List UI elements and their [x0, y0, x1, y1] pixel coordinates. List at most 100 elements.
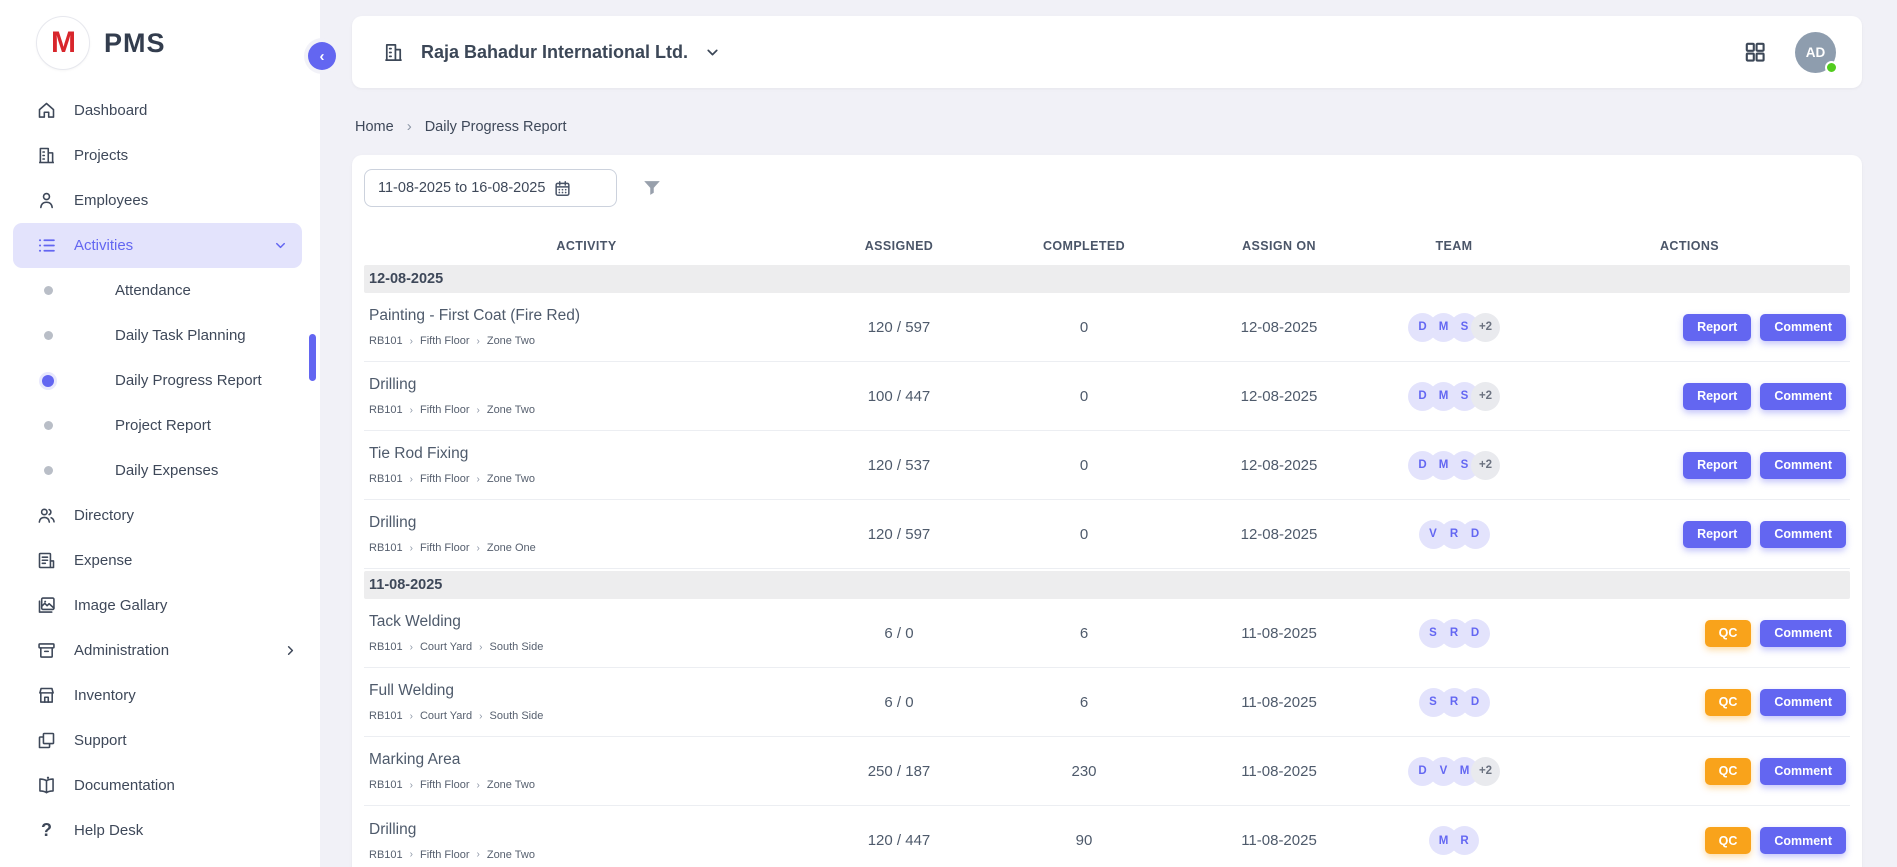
sidebar-item-label: Documentation [74, 777, 175, 794]
sidebar-item-label: Expense [74, 552, 132, 569]
location-zone: Zone Two [487, 335, 535, 347]
comment-button[interactable]: Comment [1760, 689, 1846, 716]
row-actions: Report Comment [1529, 383, 1850, 410]
activity-cell: DrillingRB101›Fifth Floor›Zone Two [364, 376, 809, 416]
location-project: RB101 [369, 404, 403, 416]
location-zone: Zone Two [487, 473, 535, 485]
location-floor: Fifth Floor [420, 779, 470, 791]
chevron-right-icon: › [477, 543, 480, 554]
person-icon [36, 190, 57, 211]
list-icon [36, 235, 57, 256]
logo-badge: M [36, 16, 90, 70]
completed-value: 0 [989, 457, 1179, 474]
comment-button[interactable]: Comment [1760, 521, 1846, 548]
sidebar-item-label: Daily Task Planning [115, 327, 246, 344]
row-actions: QC Comment [1529, 758, 1850, 785]
chevron-right-icon: › [410, 543, 413, 554]
chevron-right-icon: › [477, 780, 480, 791]
location-floor: Fifth Floor [420, 335, 470, 347]
building-icon [382, 41, 405, 64]
chevron-right-icon: › [410, 711, 413, 722]
comment-button[interactable]: Comment [1760, 314, 1846, 341]
assign-on-date: 12-08-2025 [1179, 526, 1379, 543]
row-action-button[interactable]: QC [1705, 758, 1752, 785]
store-icon [36, 685, 57, 706]
activity-location: RB101›Fifth Floor›Zone Two [369, 849, 809, 861]
people-icon [36, 505, 57, 526]
group-date: 11-08-2025 [369, 577, 442, 593]
sidebar-item-daily-progress-report[interactable]: Daily Progress Report [0, 358, 320, 403]
sidebar-item-project-report[interactable]: Project Report [0, 403, 320, 448]
location-project: RB101 [369, 641, 403, 653]
chevron-right-icon: › [410, 336, 413, 347]
comment-button[interactable]: Comment [1760, 758, 1846, 785]
col-assigned: ASSIGNED [809, 239, 989, 253]
sidebar-item-label: Daily Expenses [115, 462, 218, 479]
team-avatar: D [1461, 520, 1490, 549]
comment-button[interactable]: Comment [1760, 452, 1846, 479]
user-avatar[interactable]: AD [1795, 32, 1836, 73]
sidebar-item-daily-task-planning[interactable]: Daily Task Planning [0, 313, 320, 358]
row-action-button[interactable]: Report [1683, 521, 1751, 548]
sidebar-collapse-button[interactable]: ‹ [308, 42, 336, 70]
sidebar-scrollbar-thumb[interactable] [309, 334, 316, 381]
sidebar-item-daily-expenses[interactable]: Daily Expenses [0, 448, 320, 493]
assign-on-date: 11-08-2025 [1179, 763, 1379, 780]
sidebar-item-documentation[interactable]: Documentation [0, 763, 320, 808]
sidebar-item-inventory[interactable]: Inventory [0, 673, 320, 718]
activity-location: RB101›Fifth Floor›Zone Two [369, 779, 809, 791]
sidebar-item-activities[interactable]: Activities [13, 223, 302, 268]
sidebar-item-projects[interactable]: Projects [0, 133, 320, 178]
row-action-button[interactable]: Report [1683, 314, 1751, 341]
location-project: RB101 [369, 710, 403, 722]
assigned-value: 6 / 0 [809, 625, 989, 642]
team-avatars: SRD [1379, 619, 1529, 648]
completed-value: 230 [989, 763, 1179, 780]
sidebar-item-dashboard[interactable]: Dashboard [0, 88, 320, 133]
assign-on-date: 11-08-2025 [1179, 625, 1379, 642]
location-floor: Fifth Floor [420, 542, 470, 554]
completed-value: 6 [989, 694, 1179, 711]
location-floor: Court Yard [420, 710, 472, 722]
location-floor: Fifth Floor [420, 473, 470, 485]
sidebar-item-employees[interactable]: Employees [0, 178, 320, 223]
chevron-down-icon [704, 44, 721, 61]
location-zone: Zone Two [487, 849, 535, 861]
date-group-header: 11-08-2025 [364, 571, 1850, 599]
active-bullet-icon [42, 375, 54, 387]
breadcrumb-current: Daily Progress Report [425, 119, 567, 135]
sidebar-item-attendance[interactable]: Attendance [0, 268, 320, 313]
team-avatars: VRD [1379, 520, 1529, 549]
team-avatars: MR [1379, 826, 1529, 855]
sidebar-item-image-gallery[interactable]: Image Gallary [0, 583, 320, 628]
team-avatars: DMS+2 [1379, 382, 1529, 411]
apps-grid-icon[interactable] [1743, 40, 1767, 64]
sidebar-item-administration[interactable]: Administration [0, 628, 320, 673]
comment-button[interactable]: Comment [1760, 827, 1846, 854]
row-action-button[interactable]: QC [1705, 689, 1752, 716]
sidebar-item-help-desk[interactable]: ? Help Desk [0, 808, 320, 853]
row-action-button[interactable]: Report [1683, 452, 1751, 479]
comment-button[interactable]: Comment [1760, 620, 1846, 647]
sidebar-item-support[interactable]: Support [0, 718, 320, 763]
comment-button[interactable]: Comment [1760, 383, 1846, 410]
date-range-input[interactable]: 11-08-2025 to 16-08-2025 [364, 169, 617, 207]
breadcrumb-home[interactable]: Home [355, 119, 394, 135]
chevron-right-icon: › [410, 642, 413, 653]
row-action-button[interactable]: Report [1683, 383, 1751, 410]
company-selector[interactable]: Raja Bahadur International Ltd. [382, 41, 721, 64]
sidebar-item-expense[interactable]: Expense [0, 538, 320, 583]
assigned-value: 120 / 597 [809, 319, 989, 336]
row-action-button[interactable]: QC [1705, 827, 1752, 854]
archive-icon [36, 640, 57, 661]
filter-funnel-icon[interactable] [641, 177, 663, 199]
sidebar-item-directory[interactable]: Directory [0, 493, 320, 538]
table-row: Tack WeldingRB101›Court Yard›South Side6… [364, 599, 1850, 668]
row-action-button[interactable]: QC [1705, 620, 1752, 647]
activity-location: RB101›Fifth Floor›Zone Two [369, 404, 809, 416]
copy-icon [36, 730, 57, 751]
location-project: RB101 [369, 335, 403, 347]
location-floor: Fifth Floor [420, 404, 470, 416]
activity-title: Full Welding [369, 682, 809, 700]
row-actions: Report Comment [1529, 452, 1850, 479]
